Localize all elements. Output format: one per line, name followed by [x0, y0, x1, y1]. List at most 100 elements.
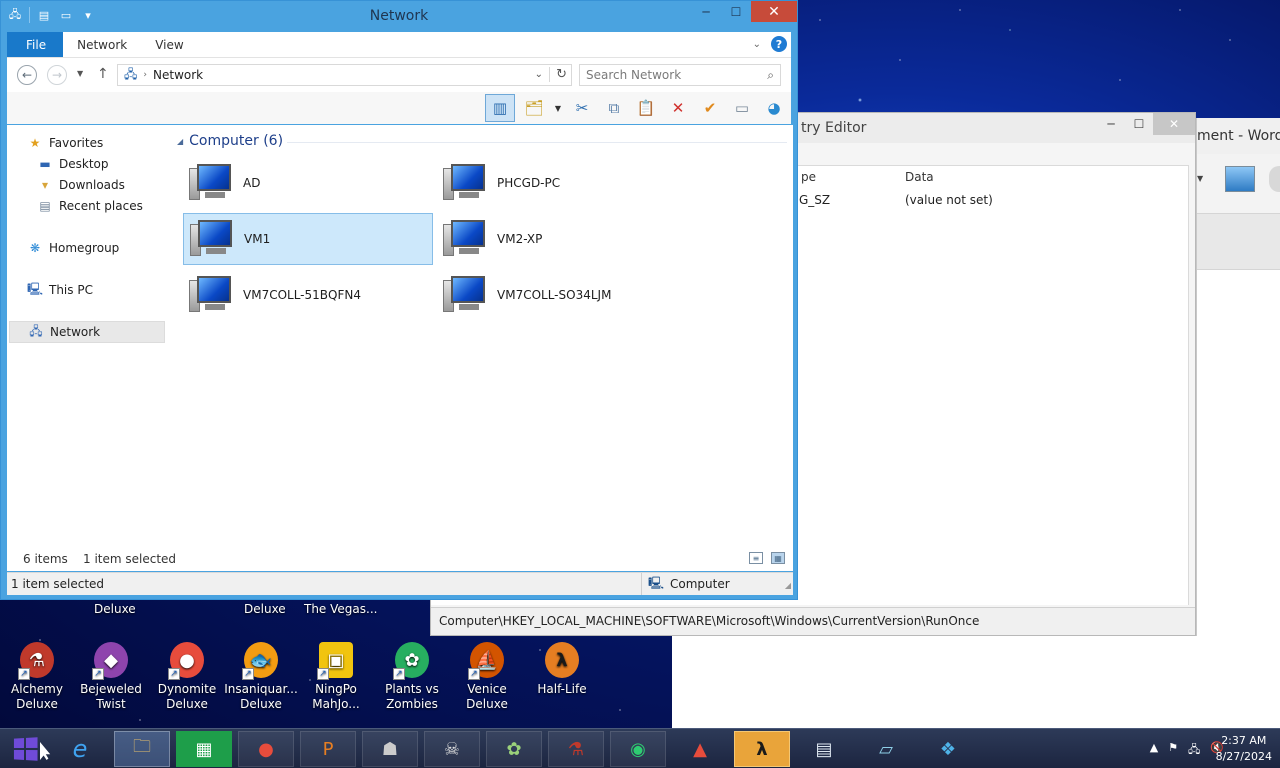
chevron-down-icon[interactable]: ⌄	[535, 69, 543, 80]
minimize-button[interactable]: ─	[1097, 113, 1125, 135]
search-input[interactable]	[580, 65, 756, 85]
game-taskbar-button[interactable]: ☗	[362, 731, 418, 767]
store-taskbar-button[interactable]: ▦	[176, 731, 232, 767]
selection-count: 1 item selected	[83, 552, 177, 566]
computer-tile-selected[interactable]: VM1	[183, 213, 433, 265]
clock[interactable]: 2:37 AM 8/27/2024	[1216, 733, 1272, 765]
status-selection: 1 item selected	[11, 577, 105, 591]
group-header-computer[interactable]: ◢ Computer (6)	[177, 133, 283, 149]
tab-file[interactable]: File	[7, 32, 64, 57]
expand-ribbon-icon[interactable]: ⌄	[753, 39, 761, 50]
resize-grip-icon[interactable]: ◢	[785, 581, 791, 590]
nav-desktop[interactable]: ▬ Desktop	[37, 156, 108, 172]
cut-icon[interactable]: ✂	[569, 95, 595, 121]
desktop-icon-bejeweled-twist[interactable]: ◆ ↗ Bejeweled Twist	[74, 642, 148, 712]
copy-icon[interactable]: ⧉	[601, 95, 627, 121]
cubes-taskbar-button[interactable]: ▲	[672, 731, 728, 767]
desktop-icon-insaniquarium-deluxe[interactable]: 🐟 ↗ Insaniquar... Deluxe	[224, 642, 298, 712]
up-button[interactable]: ↑	[97, 66, 109, 82]
breadcrumb-network[interactable]: Network	[153, 68, 203, 82]
file-explorer-taskbar-button[interactable]: 🗀	[114, 731, 170, 767]
help-icon[interactable]: ?	[771, 36, 787, 52]
close-button[interactable]: ✕	[751, 1, 797, 22]
value-type-cell[interactable]: G_SZ	[799, 193, 830, 207]
star-icon: ★	[29, 136, 41, 150]
column-type-header[interactable]: pe	[801, 170, 816, 184]
computer-icon	[187, 162, 233, 204]
refresh-icon[interactable]: ↻	[549, 67, 567, 82]
chrome-taskbar-button[interactable]: ◉	[610, 731, 666, 767]
maximize-button[interactable]: ☐	[721, 1, 751, 22]
search-icon[interactable]: ⌕	[767, 68, 774, 83]
desktop-icon-ningpo-mahjong[interactable]: ▣ ↗ NingPo MahJo...	[299, 642, 373, 712]
breadcrumb-arrow-icon[interactable]: ›	[143, 70, 147, 80]
computer-tile[interactable]: VM7COLL-51BQFN4	[183, 269, 433, 321]
nav-recent-places[interactable]: ▤ Recent places	[37, 198, 143, 214]
desktop-icon-dynomite-deluxe[interactable]: ● ↗ Dynomite Deluxe	[150, 642, 224, 712]
plants-vs-zombies-taskbar-button[interactable]: ✿	[486, 731, 542, 767]
tiles-view-icon[interactable]: ▦	[771, 552, 785, 564]
system-tray: ▲ ⚑ 🖧 🔇	[1150, 741, 1224, 760]
back-button[interactable]: ←	[17, 65, 37, 85]
flag-icon[interactable]: ⚑	[1168, 741, 1178, 760]
computer-tile[interactable]: VM7COLL-SO34LJM	[437, 269, 687, 321]
desktop-icon-label[interactable]: Deluxe	[94, 602, 136, 616]
desktop-icon-alchemy-deluxe[interactable]: ⚗ ↗ Alchemy Deluxe	[0, 642, 74, 712]
computer-tile[interactable]: VM2-XP	[437, 213, 687, 265]
tab-network[interactable]: Network	[63, 32, 141, 57]
collapse-triangle-icon[interactable]: ◢	[177, 137, 183, 146]
peggle-taskbar-button[interactable]: P	[300, 731, 356, 767]
properties-icon[interactable]: ▭	[729, 95, 755, 121]
nav-this-pc[interactable]: 🖳 This PC	[27, 282, 93, 298]
details-view-icon[interactable]: ≡	[749, 552, 763, 564]
recent-locations-icon[interactable]: ▼	[77, 69, 83, 78]
desktop-icon-venice-deluxe[interactable]: ⛵ ↗ Venice Deluxe	[450, 642, 524, 712]
value-data-cell[interactable]: (value not set)	[905, 193, 993, 207]
rename-check-icon[interactable]: ✔	[697, 95, 723, 121]
network-center-icon[interactable]: ◕	[761, 95, 787, 121]
address-bar[interactable]: 🖧 › Network ⌄ ↻	[117, 64, 572, 86]
desktop-icon-plants-vs-zombies[interactable]: ✿ ↗ Plants vs Zombies	[375, 642, 449, 712]
insaniquarium-icon: 🐟 ↗	[242, 642, 278, 680]
forward-button[interactable]: →	[47, 65, 67, 85]
network-status-icon[interactable]: 🖧	[1188, 741, 1200, 760]
nav-network[interactable]: 🖧 Network	[9, 321, 165, 343]
desktop-icon-label[interactable]: The Vegas...	[304, 602, 377, 616]
minimize-button[interactable]: ─	[691, 1, 721, 22]
homegroup-icon: ❋	[29, 241, 41, 255]
preview-pane-icon[interactable]: ▥	[485, 94, 515, 122]
registry-editor-taskbar-button[interactable]: ❖	[920, 731, 976, 767]
file-explorer-window[interactable]: 🖧 ▤ ▭ ▾ Network ─ ☐ ✕ File Network View …	[0, 0, 798, 600]
folder-options-icon[interactable]: 🗂	[521, 95, 547, 121]
maximize-button[interactable]: ☐	[1125, 113, 1153, 135]
computer-tile[interactable]: AD	[183, 157, 433, 209]
tab-view[interactable]: View	[141, 32, 197, 57]
delete-icon[interactable]: ✕	[665, 95, 691, 121]
close-button[interactable]: ✕	[1153, 113, 1195, 135]
notes-taskbar-button[interactable]: ▱	[858, 731, 914, 767]
chevron-down-icon[interactable]: ▼	[1197, 174, 1203, 183]
nav-homegroup[interactable]: ❋ Homegroup	[27, 240, 119, 256]
explorer-titlebar[interactable]: 🖧 ▤ ▭ ▾ Network ─ ☐ ✕	[1, 1, 797, 32]
half-life-taskbar-button[interactable]: λ	[734, 731, 790, 767]
start-button[interactable]	[4, 733, 46, 765]
desktop-icon-label[interactable]: Deluxe	[244, 602, 286, 616]
column-data-header[interactable]: Data	[905, 170, 934, 184]
picture-icon[interactable]	[1225, 166, 1255, 192]
pirate-taskbar-button[interactable]: ☠	[424, 731, 480, 767]
show-hidden-icons-icon[interactable]: ▲	[1150, 741, 1158, 760]
nav-favorites[interactable]: ★ Favorites	[27, 135, 104, 151]
dynomite-taskbar-button[interactable]: ●	[238, 731, 294, 767]
paste-icon[interactable]: 📋	[633, 95, 659, 121]
desktop-icon-half-life[interactable]: λ Half-Life	[525, 642, 599, 697]
online-picture-icon[interactable]	[1269, 166, 1280, 192]
nav-downloads[interactable]: ▾ Downloads	[37, 177, 125, 193]
word-document-area[interactable]	[672, 636, 1280, 728]
wizard-taskbar-button[interactable]: ⚗	[548, 731, 604, 767]
word-taskbar-button[interactable]: ▤	[796, 731, 852, 767]
desktop-icon-label: Half-Life	[537, 682, 587, 696]
internet-explorer-taskbar-button[interactable]: e	[52, 731, 108, 767]
bejeweled-icon: ◆ ↗	[92, 642, 128, 680]
computer-tile[interactable]: PHCGD-PC	[437, 157, 687, 209]
chevron-down-icon[interactable]: ▼	[553, 95, 563, 121]
